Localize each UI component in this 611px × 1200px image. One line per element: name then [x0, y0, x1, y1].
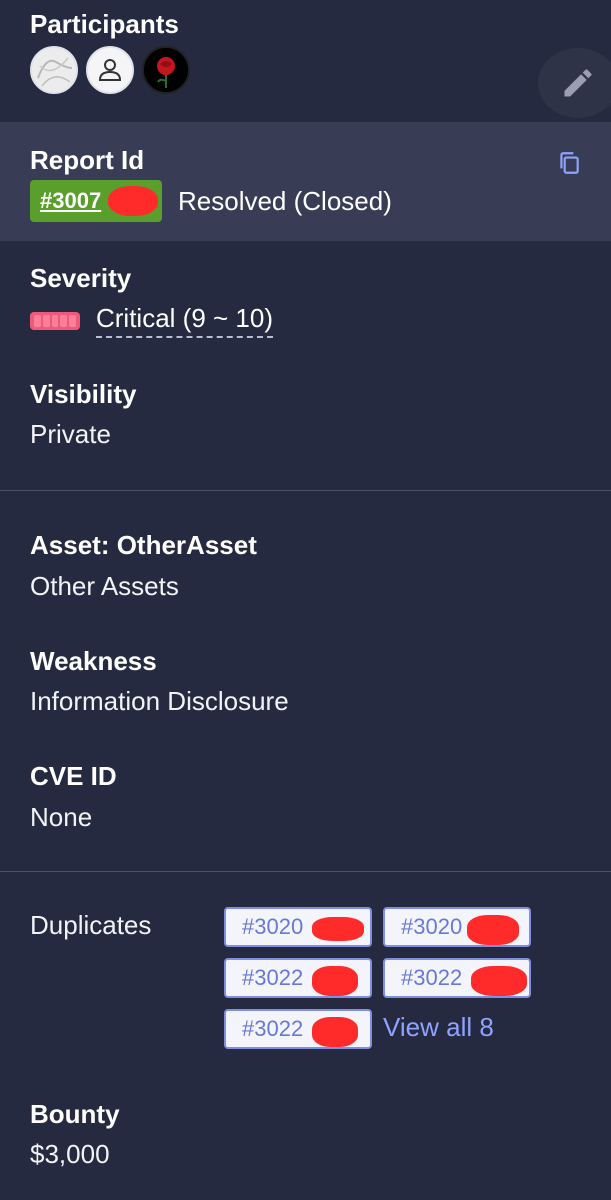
report-id-text: #3007 [40, 188, 102, 213]
person-icon [98, 59, 122, 81]
sketch-avatar-icon [32, 48, 76, 92]
participants-section: Participants [30, 8, 190, 94]
duplicate-report-tag[interactable]: #3022 [224, 1009, 372, 1049]
avatar[interactable] [30, 46, 78, 94]
weakness-value: Information Disclosure [30, 686, 289, 716]
duplicate-report-tag[interactable]: #3022 [383, 958, 531, 998]
participants-avatars [30, 46, 190, 94]
redaction-mark [312, 966, 358, 996]
cve-id-label: CVE ID [30, 761, 117, 791]
visibility-value: Private [30, 419, 111, 449]
view-all-duplicates-link[interactable]: View all 8 [383, 1012, 494, 1043]
redaction-mark [471, 966, 527, 996]
redaction-mark [312, 1017, 358, 1047]
report-id-label: Report Id [30, 145, 145, 175]
avatar[interactable] [86, 46, 134, 94]
asset-value: Other Assets [30, 571, 179, 601]
report-id-row: #3007 Resolved (Closed) [30, 180, 392, 222]
duplicate-report-id: #3022 [242, 1016, 304, 1041]
report-id-link[interactable]: #3007 [30, 180, 162, 222]
redaction-mark [108, 186, 158, 216]
duplicate-report-tag[interactable]: #3022 [224, 958, 372, 998]
severity-row: Critical (9 ~ 10) [30, 303, 273, 338]
weakness-label: Weakness [30, 646, 157, 676]
duplicate-report-tag[interactable]: #3020 [383, 907, 531, 947]
divider [0, 490, 611, 491]
duplicates-label: Duplicates [30, 910, 152, 940]
severity-label: Severity [30, 263, 132, 293]
rose-icon [144, 48, 188, 92]
redaction-mark [467, 915, 519, 945]
duplicate-report-tag[interactable]: #3020 [224, 907, 372, 947]
duplicate-report-id: #3022 [242, 965, 304, 990]
bounty-value: $3,000 [30, 1139, 110, 1169]
redaction-mark [312, 917, 364, 941]
severity-value[interactable]: Critical (9 ~ 10) [96, 303, 273, 338]
report-status: Resolved (Closed) [178, 185, 392, 216]
divider [0, 871, 611, 872]
duplicate-report-id: #3022 [401, 965, 463, 990]
severity-bar-icon [30, 311, 80, 330]
bounty-label: Bounty [30, 1099, 120, 1129]
avatar[interactable] [142, 46, 190, 94]
copy-icon [560, 152, 579, 174]
participants-label: Participants [30, 9, 179, 39]
visibility-label: Visibility [30, 379, 137, 409]
duplicate-report-id: #3020 [242, 914, 304, 939]
edit-button[interactable] [538, 48, 611, 118]
cve-id-value: None [30, 802, 93, 832]
pencil-icon [564, 69, 592, 97]
asset-label: Asset: OtherAsset [30, 530, 257, 560]
copy-button[interactable] [556, 150, 582, 181]
report-details-panel: Participants Report Id #3007 Resolved (C… [0, 0, 611, 1200]
duplicate-report-id: #3020 [401, 914, 463, 939]
